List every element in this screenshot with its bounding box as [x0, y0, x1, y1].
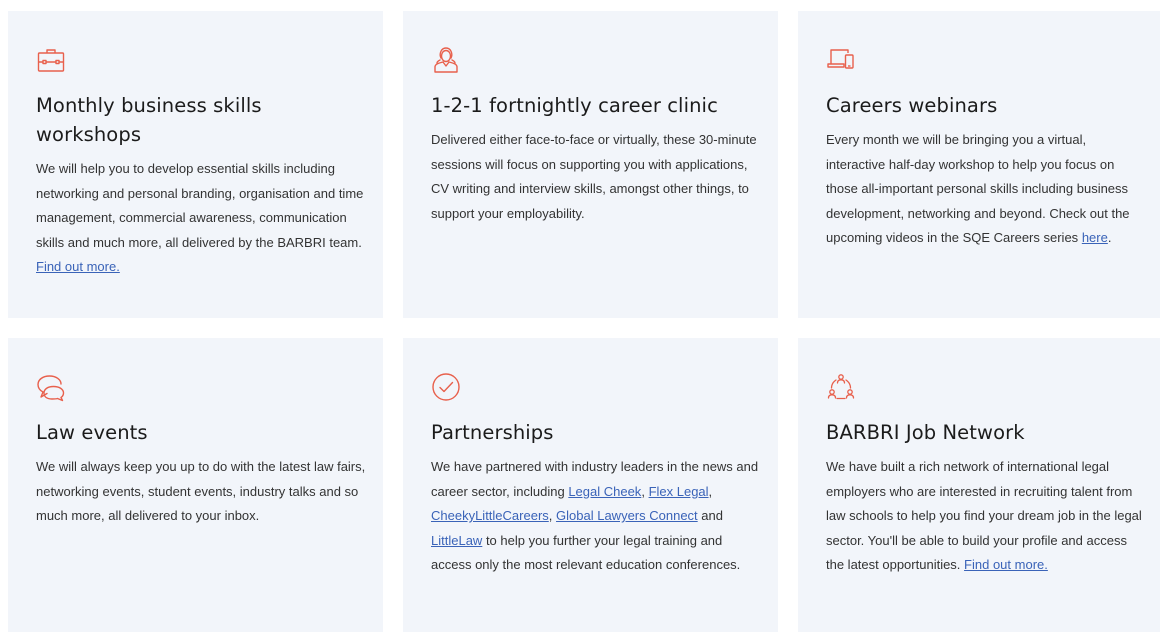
- card-body: Every month we will be bringing you a vi…: [826, 128, 1146, 251]
- card-body: We will always keep you up to do with th…: [36, 459, 366, 523]
- person-icon: [431, 45, 461, 75]
- card-title: 1-2-1 fortnightly career clinic: [431, 94, 718, 117]
- card-text-end: .: [1107, 230, 1112, 245]
- card-career-clinic: 1-2-1 fortnightly career clinic Delivere…: [403, 11, 778, 318]
- card-law-events: Law events We will always keep you up to…: [8, 338, 383, 632]
- separator: ,: [548, 508, 553, 523]
- card-text: We have built a rich network of internat…: [826, 459, 1142, 572]
- card-body: We have built a rich network of internat…: [826, 455, 1146, 578]
- find-out-more-link[interactable]: Find out more.: [964, 557, 1048, 572]
- devices-icon: [826, 45, 856, 75]
- find-out-more-link[interactable]: Find out more.: [36, 259, 120, 274]
- separator: ,: [641, 483, 645, 499]
- card-text: Every month we will be bringing you a vi…: [826, 132, 1130, 245]
- card-job-network: BARBRI Job Network We have built a rich …: [798, 338, 1160, 632]
- card-partnerships: Partnerships We have partnered with indu…: [403, 338, 778, 632]
- card-title: Law events: [36, 421, 148, 444]
- network-icon: [826, 372, 856, 402]
- global-lawyers-connect-link[interactable]: Global Lawyers Connect: [556, 508, 698, 523]
- card-business-skills-workshops: Monthly business skills workshops We wil…: [8, 11, 383, 318]
- check-circle-icon: [431, 372, 461, 402]
- chat-bubbles-icon: [36, 372, 66, 402]
- card-body: We will help you to develop essential sk…: [36, 157, 369, 280]
- card-title: Careers webinars: [826, 94, 998, 117]
- card-careers-webinars: Careers webinars Every month we will be …: [798, 11, 1160, 318]
- flex-legal-link[interactable]: Flex Legal: [649, 484, 709, 499]
- littlelaw-link[interactable]: LittleLaw: [431, 533, 482, 548]
- card-body: We have partnered with industry leaders …: [431, 455, 764, 578]
- card-title: Monthly business skills workshops: [36, 94, 262, 146]
- card-title: Partnerships: [431, 421, 554, 444]
- briefcase-icon: [36, 45, 66, 75]
- here-link[interactable]: here: [1082, 230, 1108, 245]
- card-text: We will help you to develop essential sk…: [36, 161, 364, 250]
- cheeky-little-careers-link[interactable]: CheekyLittleCareers: [431, 508, 549, 523]
- legal-cheek-link[interactable]: Legal Cheek: [568, 484, 641, 499]
- card-title: BARBRI Job Network: [826, 421, 1025, 444]
- separator: and: [701, 508, 723, 523]
- card-body: Delivered either face-to-face or virtual…: [431, 132, 757, 221]
- separator: ,: [708, 483, 713, 499]
